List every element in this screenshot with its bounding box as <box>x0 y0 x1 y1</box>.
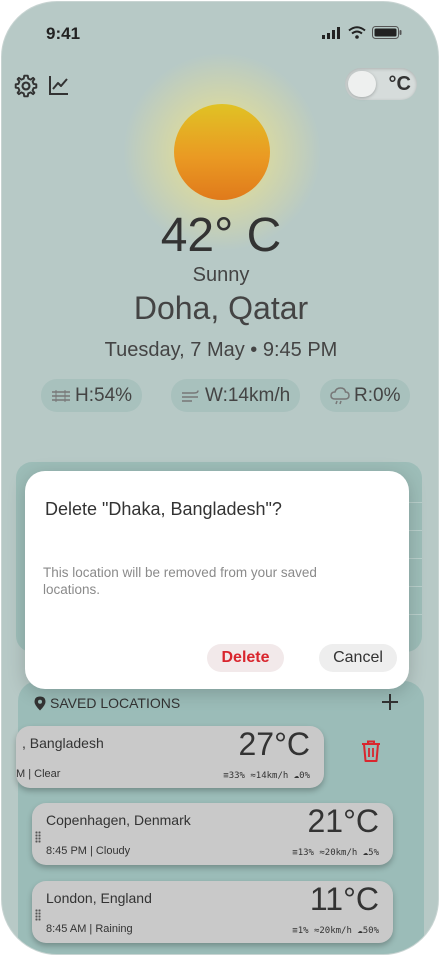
location-name: , Bangladesh <box>22 735 104 751</box>
city-name: Doha, Qatar <box>133 290 309 326</box>
delete-button[interactable]: Delete <box>207 644 284 672</box>
location-rain: 0% <box>299 771 310 781</box>
location-wind: 20km/h <box>324 848 358 858</box>
dialog-message: This location will be removed from your … <box>43 565 317 597</box>
unit-label: °C <box>388 73 411 95</box>
weather-condition: Sunny <box>192 264 250 286</box>
humidity-icon <box>52 389 70 402</box>
location-temperature: 27°C <box>238 726 311 762</box>
gear-icon[interactable] <box>13 73 39 99</box>
rain-value: R:0% <box>354 384 401 406</box>
location-time-condition: 8:45 AM | Raining <box>46 923 133 935</box>
location-pin-icon <box>34 696 46 710</box>
current-temperature: 42° C <box>160 209 282 262</box>
delete-trash-icon[interactable] <box>360 739 382 763</box>
drag-handle-icon[interactable] <box>35 909 41 921</box>
status-icons <box>322 26 402 39</box>
unit-toggle[interactable]: °C <box>345 68 417 100</box>
location-time-condition: 8:45 PM | Cloudy <box>46 845 131 857</box>
location-wind: 14km/h <box>255 771 289 781</box>
location-humidity: 33% <box>228 771 245 781</box>
sun-icon <box>174 104 270 200</box>
location-stats: ≡13% ≈20km/h ☁5% <box>292 848 379 858</box>
location-wind: 20km/h <box>319 926 352 936</box>
location-name: Copenhagen, Denmark <box>46 812 191 828</box>
signal-icon <box>322 26 340 39</box>
dialog-title: Delete "Dhaka, Bangladesh"? <box>45 499 282 519</box>
location-stats: ≡33% ≈14km/h ☁0% <box>223 771 310 781</box>
drag-handle-icon[interactable] <box>35 831 41 843</box>
location-time-condition: M | Clear <box>16 768 61 780</box>
wind-icon <box>182 389 199 402</box>
battery-icon <box>372 26 402 39</box>
cancel-button[interactable]: Cancel <box>319 644 397 672</box>
location-card-swiped[interactable]: , Bangladesh 27°C M | Clear ≡33% ≈14km/h… <box>16 726 324 788</box>
date-time: Tuesday, 7 May • 9:45 PM <box>104 339 338 361</box>
delete-dialog: Delete "Dhaka, Bangladesh"? This locatio… <box>25 471 409 689</box>
humidity-pill: H:54% <box>41 379 143 412</box>
location-card[interactable]: Copenhagen, Denmark 21°C 8:45 PM | Cloud… <box>32 803 393 865</box>
phone-screen: 9:41 °C 42° C Sunny Doha, Qatar Tuesday,… <box>1 1 439 955</box>
location-temperature: 21°C <box>307 803 380 839</box>
rain-cloud-icon <box>330 386 350 404</box>
location-card[interactable]: London, England 11°C 8:45 AM | Raining ≡… <box>32 881 393 943</box>
location-name: London, England <box>46 890 152 906</box>
toggle-knob <box>348 71 376 97</box>
humidity-value: H:54% <box>75 384 133 406</box>
location-humidity: 1% <box>297 926 309 936</box>
location-stats: ≡1% ≈20km/h ☁50% <box>292 926 379 936</box>
add-location-icon[interactable] <box>380 692 400 712</box>
saved-locations-title: SAVED LOCATIONS <box>50 695 181 711</box>
location-rain: 5% <box>368 848 379 858</box>
location-rain: 50% <box>362 926 379 936</box>
saved-locations-header: SAVED LOCATIONS <box>34 695 180 711</box>
wifi-icon <box>348 26 366 39</box>
location-humidity: 13% <box>297 848 314 858</box>
chart-icon[interactable] <box>47 73 71 97</box>
wind-value: W:14km/h <box>205 384 291 406</box>
rain-pill: R:0% <box>320 379 411 412</box>
status-time: 9:41 <box>46 24 81 43</box>
wind-pill: W:14km/h <box>171 379 301 412</box>
location-temperature: 11°C <box>309 881 379 917</box>
